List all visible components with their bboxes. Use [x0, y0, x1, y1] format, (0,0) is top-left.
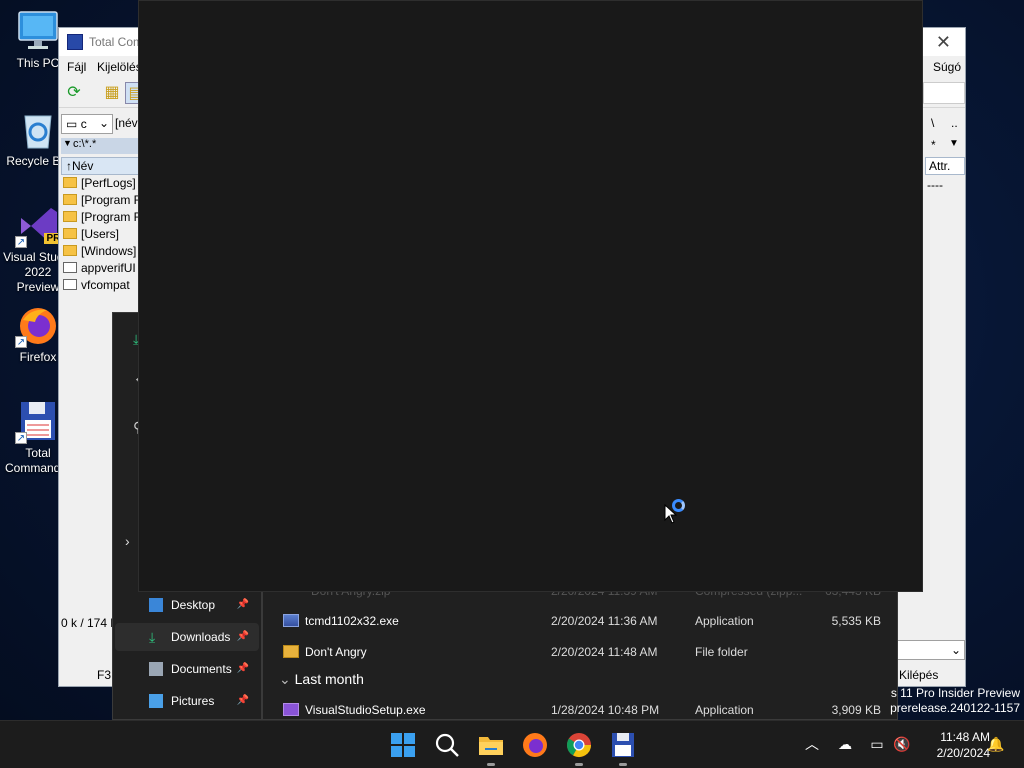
- network-icon[interactable]: ▭: [868, 735, 886, 753]
- group-header-last-month[interactable]: ⌄ Last month: [279, 671, 364, 688]
- search-icon: [435, 733, 459, 757]
- pin-icon[interactable]: 📌: [237, 687, 249, 715]
- right-toolbar-area: [923, 82, 965, 104]
- cloud-offline-icon[interactable]: ☁: [836, 735, 854, 753]
- root-dir-button[interactable]: \: [931, 116, 934, 130]
- running-indicator: [487, 763, 495, 766]
- folder-icon: [63, 245, 77, 256]
- visual-studio-icon: PRE ↗: [15, 204, 69, 248]
- attr-value: ----: [927, 178, 943, 192]
- windows-logo-icon: [391, 733, 415, 757]
- f3-view-button[interactable]: F3: [97, 668, 111, 682]
- firefox-icon: ↗: [15, 304, 59, 348]
- refresh-icon[interactable]: ⟳: [63, 82, 85, 104]
- busy-spinner-icon: [672, 499, 685, 512]
- clock-time: 11:48 AM: [940, 730, 990, 744]
- chrome-icon: [567, 733, 591, 758]
- drive-letter: c: [80, 117, 87, 131]
- pin-icon[interactable]: 📌: [237, 623, 249, 651]
- pin-icon[interactable]: 📌: [237, 591, 249, 619]
- running-indicator: [619, 763, 627, 766]
- clock-date: 2/20/2024: [936, 746, 990, 760]
- folder-icon: [63, 177, 77, 188]
- shortcut-arrow-icon: ↗: [15, 336, 27, 348]
- documents-icon: [149, 662, 163, 676]
- visual-studio-icon: [283, 703, 299, 716]
- nav-item-downloads[interactable]: ⤓ Downloads 📌: [115, 623, 259, 651]
- chevron-right-icon[interactable]: ›: [125, 533, 130, 549]
- status-bar: 0 k / 174 k: [61, 616, 117, 630]
- column-header-attr[interactable]: Attr.: [925, 157, 965, 175]
- running-indicator: [575, 763, 583, 766]
- folder-icon: [283, 645, 299, 658]
- firefox-taskbar-button[interactable]: [521, 731, 549, 759]
- chevron-down-icon: ⌄: [279, 671, 291, 687]
- document-icon: [63, 262, 77, 273]
- windows-watermark-line1: s 11 Pro Insider Preview: [890, 686, 1020, 700]
- nav-item-documents[interactable]: Documents 📌: [115, 655, 259, 683]
- desktop-icon: [149, 598, 163, 612]
- document-icon: [63, 279, 77, 290]
- firefox-icon: [523, 733, 547, 757]
- current-path[interactable]: ▼ c:\*.*: [61, 138, 141, 154]
- close-button[interactable]: ✕: [936, 32, 951, 53]
- app-icon: [67, 34, 83, 50]
- file-explorer-taskbar-button[interactable]: [477, 731, 505, 759]
- drive-icon: ▭: [66, 117, 78, 131]
- column-header-name[interactable]: ↑Név: [61, 157, 141, 175]
- nav-item-desktop[interactable]: Desktop 📌: [115, 591, 259, 619]
- clock[interactable]: 11:48 AM 2/20/2024: [916, 729, 990, 761]
- download-icon: ⤓: [149, 629, 156, 645]
- menu-file[interactable]: Fájl: [67, 60, 86, 74]
- folder-icon: [63, 211, 77, 222]
- total-commander-taskbar-button[interactable]: [609, 731, 637, 759]
- floppy-disk-icon: [612, 733, 634, 757]
- shortcut-arrow-icon: ↗: [15, 236, 27, 248]
- drive-label: [név: [115, 116, 138, 130]
- caret-down-icon: ▼: [63, 138, 72, 148]
- filter-button[interactable]: *: [931, 138, 936, 152]
- nav-item-pictures[interactable]: Pictures 📌: [115, 687, 259, 715]
- list-item[interactable]: Don't Angry 2/20/2024 11:48 AM File fold…: [283, 639, 893, 665]
- menu-select[interactable]: Kijelölés: [97, 60, 142, 74]
- pictures-icon: [149, 694, 163, 708]
- caret-down-icon: ▼: [949, 138, 959, 149]
- volume-muted-icon[interactable]: 🔇: [893, 735, 911, 753]
- pin-icon[interactable]: 📌: [237, 655, 249, 683]
- folder-icon: [479, 737, 503, 755]
- taskbar: ︿ ☁ ▭ 🔇 11:48 AM 2/20/2024 🔔: [0, 720, 1024, 768]
- command-line-input[interactable]: ⌄: [897, 640, 965, 660]
- path-text: c:\*.*: [73, 138, 97, 150]
- chevron-up-icon[interactable]: ︿: [803, 735, 821, 753]
- grid-view-icon[interactable]: ▦: [101, 82, 123, 104]
- exit-button[interactable]: Kilépés: [899, 668, 938, 682]
- application-icon: [283, 614, 299, 627]
- start-button[interactable]: [389, 731, 417, 759]
- windows-watermark-line2: prerelease.240122-1157: [890, 701, 1020, 715]
- chevron-down-icon: ⌄: [950, 643, 961, 657]
- notification-bell-icon[interactable]: 🔔: [987, 735, 1005, 753]
- floppy-disk-icon: ↗: [15, 400, 59, 444]
- parent-dir-button[interactable]: ..: [951, 116, 958, 130]
- chrome-taskbar-button[interactable]: [565, 731, 593, 759]
- shortcut-arrow-icon: ↗: [15, 432, 27, 444]
- chevron-down-icon: ⌄: [98, 116, 109, 130]
- list-item[interactable]: tcmd1102x32.exe 2/20/2024 11:36 AM Appli…: [283, 608, 893, 634]
- folder-icon: [63, 228, 77, 239]
- blank-loading-window[interactable]: [138, 0, 923, 592]
- monitor-icon: [17, 10, 59, 52]
- drive-select[interactable]: ▭ c ⌄: [61, 114, 113, 134]
- recycle-bin-icon: [17, 108, 59, 150]
- search-button[interactable]: [433, 731, 461, 759]
- folder-icon: [63, 194, 77, 205]
- menu-help[interactable]: Súgó: [933, 60, 961, 74]
